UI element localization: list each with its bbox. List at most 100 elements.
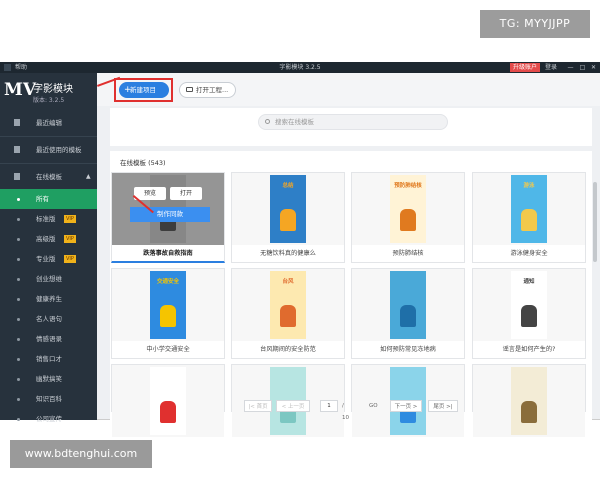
- page-input[interactable]: 1: [320, 400, 338, 412]
- sidebar-item-online-templates[interactable]: 在线模板 ▲: [0, 165, 97, 189]
- bullet-icon: [17, 358, 20, 361]
- go-button[interactable]: GO: [369, 400, 378, 412]
- sidebar-nav: 最近编辑 最近使用的模板 在线模板 ▲ 所有 标准版 VIP 高级版 VIP 专业版 VIP…: [0, 111, 97, 429]
- template-card[interactable]: 预览 打开 制作同款 跌落事故自救指南: [111, 172, 225, 263]
- open-project-label: 打开工程...: [196, 86, 229, 94]
- template-title: 中小学交通安全: [146, 346, 190, 353]
- sidebar-item-label: 最近编辑: [36, 119, 62, 127]
- sidebar-subitem-label: 知识百科: [36, 395, 62, 403]
- folder-icon: [186, 87, 193, 92]
- template-thumbnail: [473, 365, 585, 437]
- page-total: / 10: [342, 403, 349, 421]
- sidebar-item-recent-templates[interactable]: 最近使用的模板: [0, 138, 97, 162]
- sidebar-subitem[interactable]: 情感语录: [0, 329, 97, 349]
- template-thumbnail: [352, 269, 464, 341]
- template-icon: [14, 146, 20, 153]
- template-card[interactable]: 总结无糖饮料真的健康么: [231, 172, 345, 263]
- poster-image: 游泳: [511, 175, 547, 243]
- template-card[interactable]: 如何预防常见冻地病: [351, 268, 465, 359]
- person-illustration-icon: [280, 209, 296, 231]
- search-input[interactable]: 搜索在线模板: [258, 114, 448, 130]
- bullet-icon: [17, 278, 20, 281]
- divider: [0, 136, 97, 137]
- template-card[interactable]: 预防肺结核 预防肺结核: [351, 172, 465, 263]
- template-card[interactable]: 游泳 游泳健身安全: [472, 172, 586, 263]
- template-card[interactable]: [472, 364, 586, 437]
- template-card[interactable]: [111, 364, 225, 437]
- scrollbar[interactable]: [593, 182, 597, 262]
- divider: [110, 146, 592, 151]
- template-card[interactable]: 台风 台风期间的安全防范: [231, 268, 345, 359]
- template-gallery: 搜索在线模板 在线模板 (543) 预览 打开 制作同款 跌落事故自救指南 总结 无糖饮料…: [110, 108, 592, 437]
- bullet-icon: [17, 198, 20, 201]
- template-thumbnail: 通知: [473, 269, 585, 341]
- prev-page-button[interactable]: < 上一页: [276, 400, 310, 412]
- sidebar-subitem[interactable]: 高级版 VIP: [0, 229, 97, 249]
- sidebar-subitem[interactable]: 幽默搞笑: [0, 369, 97, 389]
- sidebar-subitem-label: 情感语录: [36, 335, 62, 343]
- brand-logo: MV: [4, 80, 37, 100]
- upgrade-button[interactable]: 升级账户: [510, 63, 541, 72]
- sidebar: MV 字影模块 版本: 3.2.5 最近编辑 最近使用的模板 在线模板 ▲ 所有…: [0, 73, 97, 423]
- sidebar-subitem-label: 高级版: [36, 235, 56, 243]
- poster-title: 交通安全: [156, 279, 179, 285]
- poster-image: 总结: [270, 175, 306, 243]
- poster-title: 台风: [282, 279, 294, 285]
- sidebar-subitem[interactable]: 名人语句: [0, 309, 97, 329]
- poster-title: [153, 373, 183, 383]
- poster-image: 台风: [270, 271, 306, 339]
- template-thumbnail: [112, 365, 224, 437]
- minimize-icon[interactable]: —: [566, 62, 575, 73]
- next-page-button[interactable]: 下一页 >: [390, 400, 422, 412]
- sidebar-subitem[interactable]: 创业想维: [0, 269, 97, 289]
- person-illustration-icon: [521, 401, 537, 423]
- poster-title: [393, 373, 423, 383]
- poster-title: [393, 277, 423, 287]
- sidebar-subitem[interactable]: 公司宣传: [0, 409, 97, 429]
- vip-badge: VIP: [64, 235, 76, 243]
- close-icon[interactable]: ✕: [589, 62, 598, 73]
- sidebar-subitem[interactable]: 所有: [0, 189, 97, 209]
- open-template-button[interactable]: 打开: [170, 187, 202, 200]
- sidebar-subcategories: 所有 标准版 VIP 高级版 VIP 专业版 VIP 创业想维 健康养生 名人语句 情感语录 销售口才…: [0, 189, 97, 429]
- template-title: 无糖饮料真的健康么: [260, 250, 316, 257]
- first-page-button[interactable]: |< 首页: [244, 400, 272, 412]
- template-title: 如何预防常见冻地病: [380, 346, 436, 353]
- person-illustration-icon: [400, 305, 416, 327]
- bullet-icon: [17, 218, 20, 221]
- sidebar-item-label: 在线模板: [36, 173, 62, 181]
- bullet-icon: [17, 418, 20, 421]
- template-card[interactable]: 通知 谣言是如何产生的?: [472, 268, 586, 359]
- watermark-top: TG: MYYJJPP: [480, 10, 590, 38]
- login-button[interactable]: 登录: [545, 62, 557, 73]
- grid-icon: [14, 173, 20, 180]
- document-icon: [14, 119, 20, 126]
- search-placeholder: 搜索在线模板: [275, 118, 314, 126]
- open-project-button[interactable]: 打开工程...: [179, 82, 236, 98]
- poster-image: 交通安全: [150, 271, 186, 339]
- template-card[interactable]: 交通安全中小学交通安全: [111, 268, 225, 359]
- sidebar-subitem[interactable]: 专业版 VIP: [0, 249, 97, 269]
- sidebar-item-label: 最近使用的模板: [36, 146, 82, 154]
- make-same-button[interactable]: 制作同款: [130, 207, 210, 222]
- person-illustration-icon: [160, 305, 176, 327]
- brand-name: 字影模块: [33, 84, 73, 95]
- template-title: 游泳健身安全: [510, 250, 548, 257]
- vip-badge: VIP: [64, 255, 76, 263]
- poster-image: 预防肺结核: [390, 175, 426, 243]
- highlight-box: [114, 78, 173, 102]
- bullet-icon: [17, 258, 20, 261]
- sidebar-subitem[interactable]: 知识百科: [0, 389, 97, 409]
- sidebar-subitem[interactable]: 销售口才: [0, 349, 97, 369]
- sidebar-subitem[interactable]: 标准版 VIP: [0, 209, 97, 229]
- last-page-button[interactable]: 尾页 >|: [428, 400, 458, 412]
- maximize-icon[interactable]: □: [578, 62, 587, 73]
- poster-title: 游泳: [523, 183, 535, 189]
- sidebar-item-recent[interactable]: 最近编辑: [0, 111, 97, 135]
- template-thumbnail: 预防肺结核: [352, 173, 464, 245]
- sidebar-subitem[interactable]: 健康养生: [0, 289, 97, 309]
- poster-image: [390, 271, 426, 339]
- sidebar-subitem-label: 公司宣传: [36, 415, 62, 423]
- watermark-bottom: www.bdtenghui.com: [10, 440, 152, 468]
- sidebar-subitem-label: 幽默搞笑: [36, 375, 62, 383]
